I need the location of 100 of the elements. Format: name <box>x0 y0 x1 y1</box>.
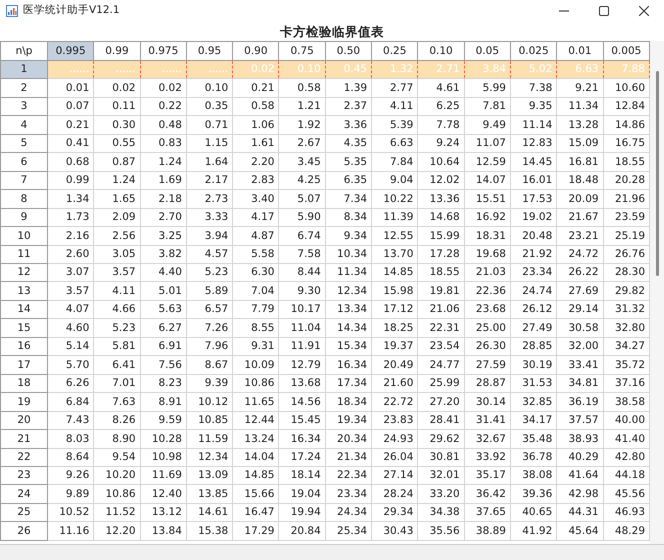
row-header[interactable]: 18 <box>0 374 48 393</box>
table-cell: 11.65 <box>232 392 279 412</box>
table-cell: 0.87 <box>94 152 140 172</box>
table-cell: 36.19 <box>556 392 604 412</box>
column-header[interactable]: 0.975 <box>140 42 186 60</box>
row-header[interactable]: 25 <box>0 503 48 522</box>
column-header[interactable]: 0.05 <box>464 42 510 60</box>
row-header[interactable]: 4 <box>0 116 48 134</box>
table-cell: 12.83 <box>510 134 557 153</box>
row-header[interactable]: 16 <box>0 337 48 356</box>
table-cell: 20.84 <box>278 522 326 540</box>
table-cell: 7.56 <box>140 356 186 374</box>
column-header[interactable]: 0.25 <box>372 42 418 60</box>
column-header[interactable]: 0.99 <box>94 42 140 60</box>
table-cell: 8.44 <box>278 263 326 282</box>
column-header[interactable]: 0.95 <box>186 42 233 60</box>
table-cell: 0.21 <box>48 116 94 134</box>
close-icon <box>639 6 649 16</box>
row-header[interactable]: 5 <box>0 134 48 153</box>
table-cell: 7.04 <box>232 282 279 300</box>
row-header[interactable]: 6 <box>0 152 48 172</box>
table-cell: 10.22 <box>372 190 418 208</box>
column-header[interactable]: 0.01 <box>556 42 604 60</box>
table-cell: 6.74 <box>278 226 326 246</box>
table-cell: 1.73 <box>48 208 94 227</box>
table-cell: 2.18 <box>140 190 186 208</box>
table-cell: 16.01 <box>510 171 557 190</box>
table-cell: 8.26 <box>94 411 140 430</box>
table-cell: 23.34 <box>510 263 557 282</box>
table-cell: ...... <box>94 60 140 79</box>
table-cell: 32.67 <box>464 430 510 448</box>
table-cell: 0.83 <box>140 134 186 153</box>
row-header[interactable]: 7 <box>0 171 48 190</box>
row-header[interactable]: 19 <box>0 392 48 412</box>
column-header[interactable]: 0.50 <box>325 42 372 60</box>
table-cell: 16.34 <box>278 430 326 448</box>
table-cell: 7.63 <box>94 392 140 412</box>
column-header[interactable]: 0.75 <box>278 42 326 60</box>
table-cell: 9.21 <box>556 78 604 98</box>
table-cell: 10.85 <box>186 411 233 430</box>
table-cell: 37.65 <box>464 503 510 522</box>
table-cell: 0.10 <box>278 60 326 79</box>
row-header[interactable]: 10 <box>0 226 48 246</box>
row-header[interactable]: 2 <box>0 78 48 98</box>
table-cell: 1.15 <box>186 134 233 153</box>
table-cell: 9.31 <box>232 337 279 356</box>
row-header[interactable]: 12 <box>0 263 48 282</box>
table-cell: 7.84 <box>372 152 418 172</box>
table-cell: 2.37 <box>325 97 372 116</box>
table-cell: 30.81 <box>418 448 464 466</box>
row-header[interactable]: 15 <box>0 318 48 338</box>
row-header[interactable]: 22 <box>0 448 48 466</box>
table-cell: 16.47 <box>232 503 279 522</box>
row-header[interactable]: 14 <box>0 300 48 319</box>
row-header[interactable]: 11 <box>0 245 48 264</box>
table-cell: 0.07 <box>48 97 94 116</box>
column-header[interactable]: 0.025 <box>510 42 557 60</box>
corner-header: n\p <box>0 42 48 60</box>
table-cell: 12.55 <box>372 226 418 246</box>
row-header[interactable]: 26 <box>0 522 48 540</box>
table-cell: 4.57 <box>186 245 233 264</box>
scrollbar[interactable] <box>650 41 664 544</box>
table-cell: 38.93 <box>556 430 604 448</box>
row-header[interactable]: 20 <box>0 411 48 430</box>
row-header[interactable]: 8 <box>0 190 48 208</box>
row-header[interactable]: 21 <box>0 430 48 448</box>
table-cell: 11.91 <box>278 337 326 356</box>
table-cell: 5.35 <box>325 152 372 172</box>
table-cell: 2.60 <box>48 245 94 264</box>
column-header[interactable]: 0.90 <box>232 42 279 60</box>
table-cell: 4.25 <box>278 171 326 190</box>
column-header[interactable]: 0.005 <box>603 42 650 60</box>
table-cell: 11.07 <box>464 134 510 153</box>
row-header[interactable]: 9 <box>0 208 48 227</box>
row-header[interactable]: 13 <box>0 282 48 300</box>
table-cell: ...... <box>140 60 186 79</box>
table-cell: ...... <box>186 60 233 79</box>
table-cell: 10.52 <box>48 503 94 522</box>
table-cell: 10.34 <box>325 245 372 264</box>
table-cell: ...... <box>48 60 94 79</box>
table-cell: 8.23 <box>140 374 186 393</box>
scrollbar-thumb[interactable] <box>656 71 658 276</box>
row-header[interactable]: 17 <box>0 356 48 374</box>
table-cell: 9.34 <box>325 226 372 246</box>
table-cell: 5.81 <box>94 337 140 356</box>
table-cell: 13.70 <box>372 245 418 264</box>
column-header[interactable]: 0.995 <box>48 42 94 60</box>
row-header[interactable]: 1 <box>0 60 48 79</box>
column-header[interactable]: 0.10 <box>418 42 464 60</box>
table-cell: 19.68 <box>464 245 510 264</box>
row-header[interactable]: 3 <box>0 97 48 116</box>
table-cell: 7.81 <box>464 97 510 116</box>
row-header[interactable]: 23 <box>0 466 48 485</box>
table-cell: 30.19 <box>510 356 557 374</box>
table-cell: 25.99 <box>418 374 464 393</box>
table-cell: 3.36 <box>325 116 372 134</box>
table-cell: 4.07 <box>48 300 94 319</box>
table-cell: 3.45 <box>278 152 326 172</box>
table-cell: 6.30 <box>232 263 279 282</box>
row-header[interactable]: 24 <box>0 484 48 504</box>
